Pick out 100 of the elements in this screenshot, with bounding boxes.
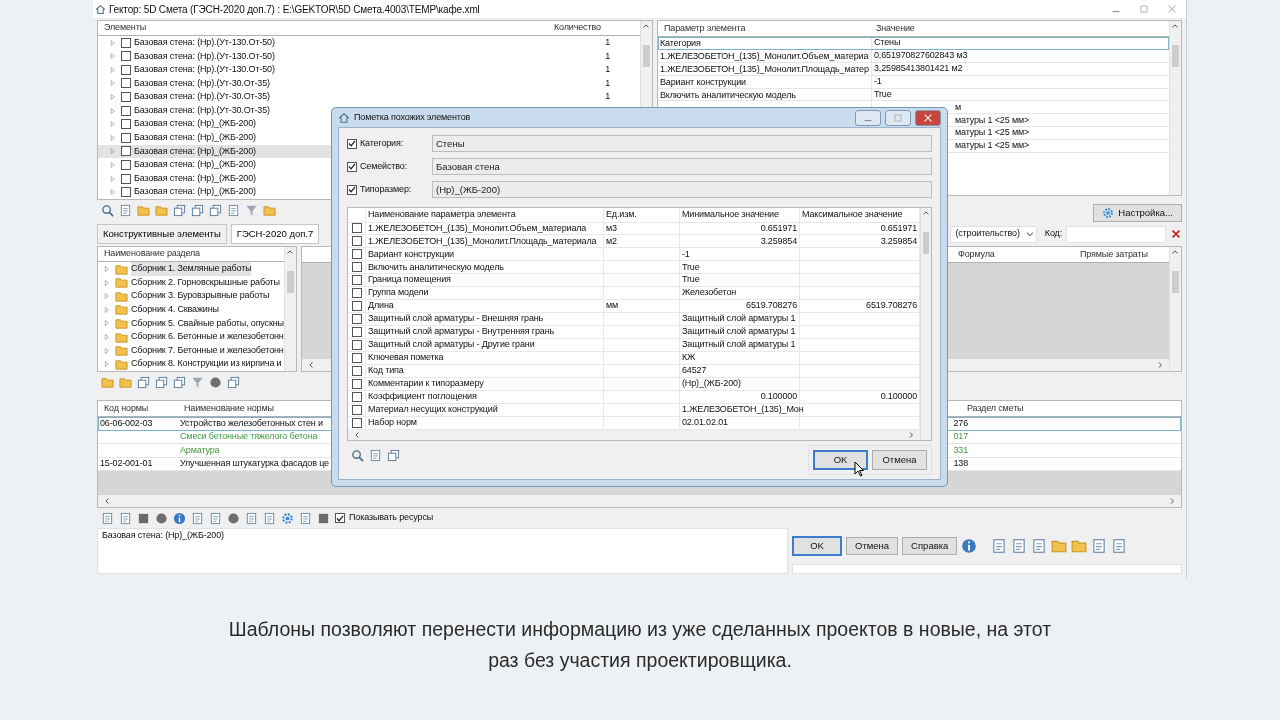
checkbox[interactable]	[121, 132, 131, 143]
horizontal-scrollbar[interactable]	[348, 429, 920, 440]
text-field[interactable]: Базовая стена	[432, 158, 932, 175]
expand-icon[interactable]	[102, 304, 112, 315]
tree-item-label[interactable]: Базовая стена: (Нр)_(ЖБ-200)	[134, 131, 256, 145]
code-field[interactable]	[1066, 225, 1166, 243]
checkbox[interactable]	[121, 51, 131, 62]
windows-icon[interactable]	[191, 203, 204, 217]
checkbox[interactable]	[121, 187, 131, 198]
maximize-icon[interactable]	[885, 109, 911, 126]
close-icon[interactable]	[1170, 228, 1182, 240]
tree-item-label[interactable]: Базовая стена: (Нр).(Ут-130.От-50)	[134, 35, 275, 50]
document-icon[interactable]	[101, 511, 114, 525]
info-icon[interactable]	[173, 511, 186, 525]
checkbox[interactable]	[351, 288, 362, 299]
scrollbar-thumb[interactable]	[923, 232, 929, 254]
document-icon[interactable]	[119, 511, 132, 525]
expand-icon[interactable]	[102, 345, 112, 356]
document-icon[interactable]	[191, 511, 204, 525]
tree-item-label[interactable]: Сборник 5. Свайные работы, опускны	[131, 316, 284, 331]
checkbox[interactable]	[347, 184, 357, 195]
document-icon[interactable]	[245, 511, 258, 525]
windows-icon[interactable]	[155, 375, 168, 389]
selected-tree-item[interactable]: Сборник 1. Земляные работы	[131, 262, 252, 276]
tree-item-label[interactable]: Сборник 6. Бетонные и железобетонн	[131, 330, 284, 344]
checkbox[interactable]	[121, 37, 131, 48]
checkbox[interactable]	[351, 391, 362, 402]
document-icon[interactable]	[1111, 538, 1128, 554]
tree-item-label[interactable]: Базовая стена: (Нр)_(ЖБ-200)	[134, 185, 256, 199]
checkbox[interactable]	[351, 249, 362, 260]
folder-icon[interactable]	[263, 203, 276, 217]
folder-icon[interactable]	[1071, 538, 1088, 554]
folder-icon[interactable]	[115, 303, 128, 317]
checkbox[interactable]	[121, 119, 131, 130]
checkbox[interactable]	[351, 378, 362, 389]
document-icon[interactable]	[369, 448, 382, 462]
settings-icon[interactable]	[281, 511, 294, 525]
document-icon[interactable]	[263, 511, 276, 525]
checkbox-label[interactable]: Показывать ресурсы	[349, 511, 434, 525]
folder-icon[interactable]	[115, 357, 128, 371]
scrollbar[interactable]	[284, 247, 296, 371]
settings-button[interactable]: Настройка...	[1093, 204, 1182, 222]
minimize-icon[interactable]	[855, 109, 881, 126]
folder-icon[interactable]	[115, 276, 128, 290]
checkbox[interactable]	[351, 352, 362, 363]
document-icon[interactable]	[209, 511, 222, 525]
checkbox[interactable]	[351, 417, 362, 428]
button[interactable]: OK	[792, 536, 842, 556]
button[interactable]: Отмена	[846, 537, 899, 555]
tree-item-label[interactable]: Базовая стена: (Нр).(Ут-30.От-35)	[134, 90, 270, 104]
folder-icon[interactable]	[119, 375, 132, 389]
document-icon[interactable]	[299, 511, 312, 525]
dropdown[interactable]: (строительство)	[950, 225, 1037, 243]
search-icon[interactable]	[351, 448, 364, 462]
document-icon[interactable]	[1011, 538, 1028, 554]
square-icon[interactable]	[137, 511, 150, 525]
circle-icon[interactable]	[227, 511, 240, 525]
folder-icon[interactable]	[115, 316, 128, 330]
scrollbar[interactable]	[1169, 247, 1181, 371]
windows-icon[interactable]	[137, 375, 150, 389]
windows-icon[interactable]	[173, 375, 186, 389]
scrollbar[interactable]	[1169, 21, 1181, 195]
windows-icon[interactable]	[209, 203, 222, 217]
scrollbar-thumb[interactable]	[1172, 271, 1179, 293]
checkbox[interactable]	[121, 160, 131, 170]
button[interactable]: Справка	[902, 537, 958, 555]
folder-icon[interactable]	[115, 344, 128, 358]
text-field[interactable]: (Нр)_(ЖБ-200)	[432, 181, 932, 198]
maximize-icon[interactable]	[1138, 3, 1150, 15]
expand-icon[interactable]	[102, 264, 112, 275]
scrollbar[interactable]	[920, 208, 931, 440]
tree-item-label[interactable]: Сборник 7. Бетонные и железобетонн	[131, 343, 284, 358]
checkbox[interactable]	[347, 138, 357, 149]
checkbox[interactable]	[121, 64, 131, 75]
checkbox[interactable]	[351, 236, 362, 247]
tree-item-label[interactable]: Сборник 3. Буровзрывные работы	[131, 289, 270, 303]
tree-item-label[interactable]: Сборник 8. Конструкции из кирпича и	[131, 357, 282, 371]
tree-item-label[interactable]: Сборник 4. Скважины	[131, 303, 219, 317]
document-icon[interactable]	[991, 538, 1008, 554]
checkbox[interactable]	[121, 146, 131, 157]
folder-icon[interactable]	[155, 203, 168, 217]
checkbox[interactable]	[351, 262, 362, 273]
folder-icon[interactable]	[137, 203, 150, 217]
circle-icon[interactable]	[155, 511, 168, 525]
expand-icon[interactable]	[102, 291, 112, 302]
info-icon[interactable]	[961, 538, 978, 554]
folder-icon[interactable]	[115, 262, 128, 276]
tree-item-label[interactable]: Сборник 2. Горновскрышные работы	[131, 275, 280, 290]
document-icon[interactable]	[227, 203, 240, 217]
scrollbar-thumb[interactable]	[643, 45, 650, 67]
tree-item-label[interactable]: Базовая стена: (Нр)_(ЖБ-200)	[134, 117, 256, 131]
text-field[interactable]: Стены	[432, 135, 932, 152]
checkbox[interactable]	[121, 78, 131, 89]
tree-item-label[interactable]: Базовая стена: (Нр)_(ЖБ-200)	[134, 158, 256, 172]
scrollbar-thumb[interactable]	[1172, 45, 1179, 67]
checkbox[interactable]	[121, 105, 131, 116]
expand-icon[interactable]	[102, 359, 112, 370]
tree-item-label[interactable]: Базовая стена: (Нр).(Ут-30.От-35)	[134, 103, 270, 118]
windows-icon[interactable]	[173, 203, 186, 217]
checkbox[interactable]	[351, 223, 362, 234]
